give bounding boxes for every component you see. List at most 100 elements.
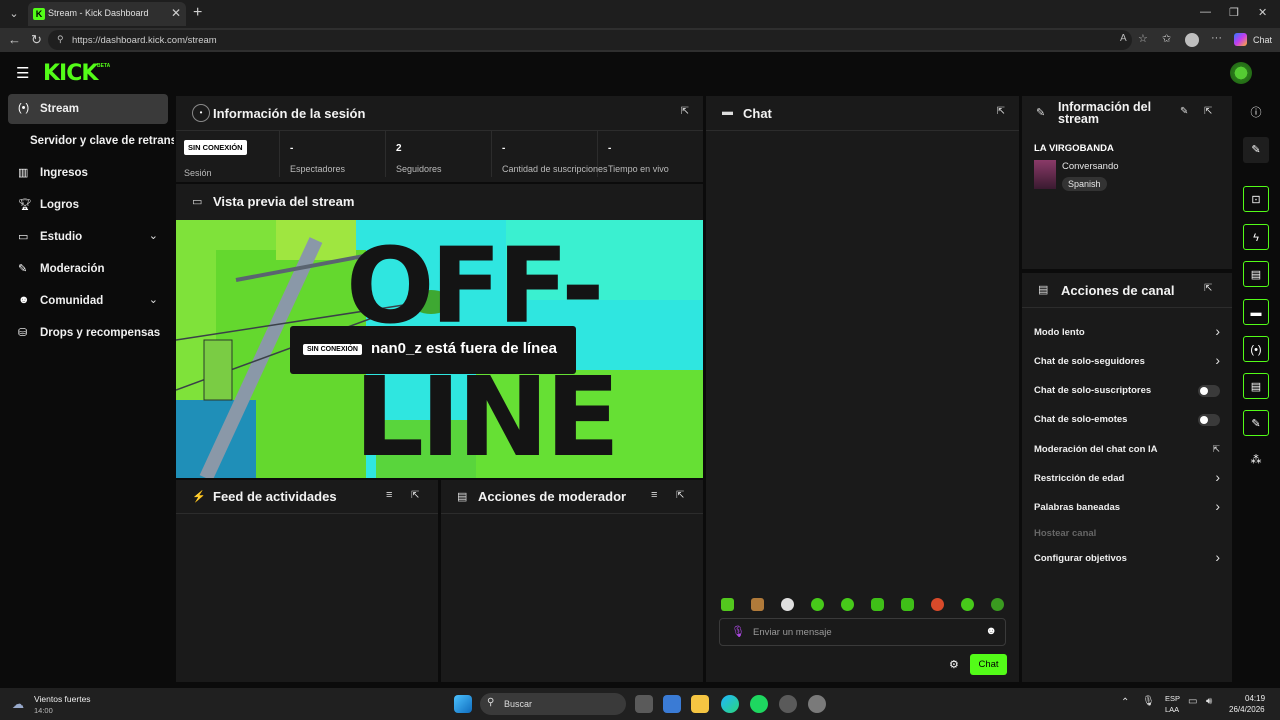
- kick-dashboard: ☰ KICK BETA (•) Stream Servidor y clave …: [0, 52, 1280, 688]
- maximize-icon[interactable]: ❐: [1229, 6, 1239, 19]
- filter-icon[interactable]: ≡: [386, 489, 392, 501]
- chat-input[interactable]: 🎙︎ Enviar un mensaje ☻: [719, 618, 1006, 646]
- site-info-icon[interactable]: ⚲: [57, 34, 64, 45]
- more-icon[interactable]: ···: [1211, 32, 1222, 44]
- age-restriction-row[interactable]: Restricción de edad ›: [1034, 469, 1220, 489]
- sidebar-item-logros[interactable]: 🏆︎ Logros: [8, 190, 168, 220]
- network-icon[interactable]: ▭: [1188, 696, 1197, 707]
- chat-title: Chat: [743, 106, 772, 121]
- reload-icon[interactable]: ↻: [31, 32, 42, 48]
- sidebar-item-estudio[interactable]: ▭ Estudio ⌄: [8, 222, 168, 252]
- browser-tab[interactable]: K Stream - Kick Dashboard ✕: [28, 2, 186, 26]
- info-icon[interactable]: ⓘ: [1243, 100, 1269, 126]
- channel-actions-icon[interactable]: ▤: [1243, 373, 1269, 399]
- emote-icon[interactable]: [901, 598, 914, 611]
- add-widget-icon[interactable]: ⁂: [1243, 447, 1269, 473]
- emote-icon[interactable]: [721, 598, 734, 611]
- offline-art-text-bottom: LINE: [354, 353, 620, 478]
- emote-icon[interactable]: [781, 598, 794, 611]
- followers-only-row[interactable]: Chat de solo-seguidores ›: [1034, 352, 1220, 372]
- status-badge: SIN CONEXIÓN: [184, 140, 247, 155]
- emote-icon[interactable]: [961, 598, 974, 611]
- sidebar-item-server-key[interactable]: Servidor y clave de retransn: [8, 126, 174, 156]
- sidebar-item-ingresos[interactable]: ▥ Ingresos: [8, 158, 168, 188]
- sidebar-item-label: Estudio: [40, 231, 83, 243]
- minimize-icon[interactable]: —: [1200, 6, 1211, 18]
- chat-bubble-icon[interactable]: ▬: [1243, 299, 1269, 325]
- url-field[interactable]: ⚲ https://dashboard.kick.com/stream A ☆: [48, 30, 1148, 50]
- subscribers-only-toggle[interactable]: [1198, 385, 1220, 397]
- spotify-icon[interactable]: [750, 695, 768, 713]
- sidebar-item-drops[interactable]: ⛁ Drops y recompensas: [8, 318, 168, 348]
- bolt-icon[interactable]: ϟ: [1243, 224, 1269, 250]
- hamburger-menu-icon[interactable]: ☰: [16, 64, 29, 82]
- emote-icon[interactable]: [751, 598, 764, 611]
- screen-capture-icon[interactable]: ⊡: [1243, 186, 1269, 212]
- popout-icon[interactable]: ⇱: [411, 490, 419, 501]
- emote-icon[interactable]: [931, 598, 944, 611]
- goals-row[interactable]: Configurar objetivos ›: [1034, 549, 1220, 569]
- kick-logo[interactable]: KICK: [43, 61, 98, 86]
- edge-icon[interactable]: [721, 695, 739, 713]
- emote-icon[interactable]: [811, 598, 824, 611]
- tab-close-icon[interactable]: ✕: [171, 6, 181, 20]
- mod-log-icon: ▤: [457, 491, 468, 503]
- beta-label: BETA: [97, 63, 111, 69]
- windows-start-icon[interactable]: [454, 695, 472, 713]
- favorites-icon[interactable]: ✩: [1162, 32, 1171, 45]
- app-icon[interactable]: [808, 695, 826, 713]
- microphone-icon[interactable]: 🎙︎: [731, 625, 745, 638]
- microphone-icon[interactable]: 🎙︎: [1142, 696, 1155, 707]
- clock-time[interactable]: 04:19: [1245, 694, 1265, 703]
- tray-chevron-icon[interactable]: ⌃: [1121, 697, 1129, 708]
- sidebar-item-moderacion[interactable]: ✎ Moderación: [8, 254, 168, 284]
- volume-icon[interactable]: 🔊︎: [1206, 696, 1212, 707]
- emoji-icon[interactable]: ☻: [985, 625, 997, 637]
- copilot-chat-button[interactable]: Chat: [1253, 35, 1272, 45]
- emote-icon[interactable]: [841, 598, 854, 611]
- store-icon[interactable]: [663, 695, 681, 713]
- new-tab-icon[interactable]: +: [193, 4, 202, 22]
- edit-pencil-icon[interactable]: ✎: [1243, 137, 1269, 163]
- task-view-icon[interactable]: [635, 695, 653, 713]
- taskbar-search[interactable]: ⚲ Buscar: [480, 693, 626, 715]
- slow-mode-row[interactable]: Modo lento ›: [1034, 323, 1220, 343]
- popout-icon[interactable]: ⇱: [997, 106, 1005, 117]
- emote-icon[interactable]: [991, 598, 1004, 611]
- window-close-icon[interactable]: ✕: [1258, 6, 1267, 19]
- popout-icon[interactable]: ⇱: [676, 490, 684, 501]
- clock-date[interactable]: 26/4/2026: [1229, 705, 1265, 714]
- send-chat-button[interactable]: Chat: [970, 654, 1007, 675]
- wrench-icon[interactable]: ✎: [1243, 410, 1269, 436]
- filter-icon[interactable]: ≡: [651, 489, 657, 501]
- subscribers-only-row: Chat de solo-suscriptores: [1034, 381, 1220, 401]
- copilot-icon[interactable]: [1234, 33, 1247, 46]
- sidebar-item-comunidad[interactable]: ☻ Comunidad ⌄: [8, 286, 168, 316]
- weather-icon[interactable]: ☁: [12, 697, 24, 711]
- chat-settings-gear-icon[interactable]: ⚙: [949, 658, 959, 671]
- file-explorer-icon[interactable]: [691, 695, 709, 713]
- popout-icon[interactable]: ⇱: [681, 106, 689, 117]
- popout-icon[interactable]: ⇱: [1204, 283, 1212, 294]
- top-navigation: ☰ KICK BETA: [0, 52, 1280, 92]
- read-aloud-icon[interactable]: A: [1120, 33, 1127, 44]
- tab-list-dropdown-icon[interactable]: ⌄: [6, 6, 22, 22]
- search-icon: ⚲: [487, 697, 495, 708]
- popout-icon[interactable]: ⇱: [1204, 106, 1212, 117]
- user-avatar[interactable]: [1230, 62, 1252, 84]
- banned-words-row[interactable]: Palabras baneadas ›: [1034, 498, 1220, 518]
- back-icon[interactable]: ←: [8, 32, 21, 47]
- ai-moderation-row[interactable]: Moderación del chat con IA ⇱: [1034, 440, 1220, 460]
- broadcast-icon[interactable]: (•): [1243, 336, 1269, 362]
- host-channel-row: Hostear canal: [1034, 524, 1220, 544]
- sidebar-item-stream[interactable]: (•) Stream: [8, 94, 168, 124]
- language-indicator-1[interactable]: ESP: [1165, 694, 1180, 703]
- emote-icon[interactable]: [871, 598, 884, 611]
- profile-icon[interactable]: [1185, 33, 1199, 47]
- emotes-only-toggle[interactable]: [1198, 414, 1220, 426]
- media-player-icon[interactable]: [779, 695, 797, 713]
- edit-pencil-icon[interactable]: ✎: [1180, 106, 1188, 117]
- favorite-star-icon[interactable]: ☆: [1138, 32, 1148, 45]
- language-indicator-2[interactable]: LAA: [1165, 705, 1179, 714]
- document-icon[interactable]: ▤: [1243, 261, 1269, 287]
